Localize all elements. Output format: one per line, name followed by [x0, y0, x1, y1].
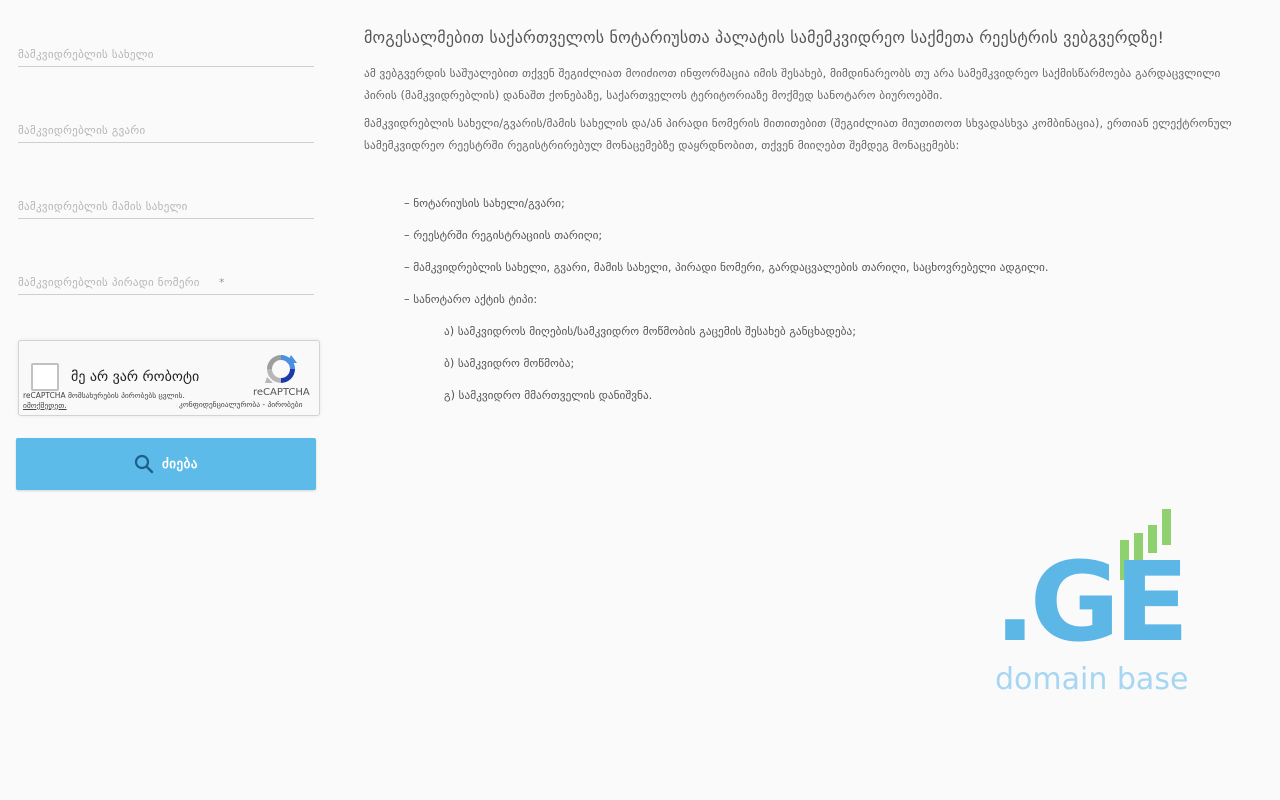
recaptcha-terms-text: reCAPTCHA მომსახურების პირობებს ცვლის.	[23, 391, 185, 400]
first-name-field	[18, 40, 314, 67]
logo-mark: .GE	[994, 538, 1183, 666]
ge-domain-base-logo[interactable]: .GE domain base	[992, 505, 1202, 705]
recaptcha-privacy-link[interactable]: კონფიდენციალურობა - პირობები	[179, 400, 303, 409]
recaptcha-label: მე არ ვარ რობოტი	[71, 369, 200, 385]
last-name-field	[18, 116, 314, 143]
list-item: – სანოტარო აქტის ტიპი:	[404, 293, 538, 306]
recaptcha-brand: reCAPTCHA	[253, 387, 310, 398]
logo-tagline: domain base	[995, 662, 1188, 697]
list-item: – მამკვიდრებლის სახელი, გვარი, მამის სახ…	[404, 261, 1049, 274]
first-name-input[interactable]	[18, 48, 314, 61]
recaptcha-widget: მე არ ვარ რობოტი reCAPTCHA reCAPTCHA მომ…	[18, 340, 320, 416]
sub-list-item: გ) სამკვიდრო მმართველის დანიშვნა.	[444, 389, 653, 402]
instructions-paragraph: მამკვიდრებლის სახელი/გვარის/მამის სახელი…	[364, 117, 1232, 152]
personal-id-field: *	[18, 268, 314, 295]
recaptcha-logo-icon	[265, 355, 297, 383]
search-button[interactable]: ძიება	[16, 438, 316, 490]
recaptcha-checkbox[interactable]	[31, 363, 59, 391]
required-mark: *	[219, 276, 225, 289]
father-name-input[interactable]	[18, 200, 314, 213]
page-title: მოგესალმებით საქართველოს ნოტარიუსთა პალა…	[364, 28, 1165, 47]
search-icon	[134, 454, 154, 474]
recaptcha-terms-link[interactable]: იმოქმედეთ.	[23, 401, 67, 410]
list-item: – ნოტარიუსის სახელი/გვარი;	[404, 197, 565, 210]
intro-paragraph: ამ ვებგვერდის საშუალებით თქვენ შეგიძლიათ…	[364, 67, 1221, 102]
father-name-field	[18, 192, 314, 219]
personal-id-input[interactable]	[18, 276, 314, 289]
sub-list-item: ბ) სამკვიდრო მოწმობა;	[444, 357, 575, 370]
list-item: – რეესტრში რეგისტრაციის თარიღი;	[404, 229, 603, 242]
search-button-label: ძიება	[162, 456, 198, 471]
intro-content: მოგესალმებით საქართველოს ნოტარიუსთა პალა…	[364, 28, 1244, 402]
result-fields-list: – ნოტარიუსის სახელი/გვარი; – რეესტრში რე…	[404, 194, 1048, 418]
sub-list-item: ა) სამკვიდროს მიღების/სამკვიდრო მოწმობის…	[444, 325, 856, 338]
last-name-input[interactable]	[18, 124, 314, 137]
